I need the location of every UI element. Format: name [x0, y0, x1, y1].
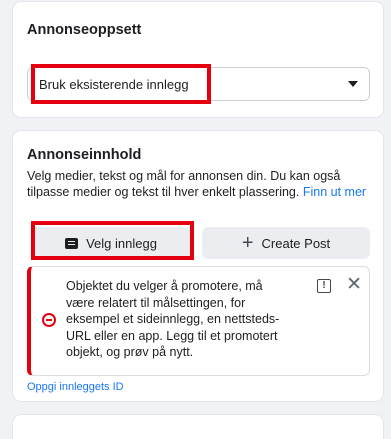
create-post-label: Create Post — [261, 235, 331, 251]
ad-setup-dropdown[interactable]: Bruk eksisterende innlegg — [27, 67, 370, 101]
error-alert-text: Objektet du velger å promotere, må være … — [66, 279, 280, 359]
description-text: Velg medier, tekst og mål for annonsen d… — [27, 169, 341, 199]
enter-post-id-link[interactable]: Oppgi innleggets ID — [27, 381, 124, 393]
select-post-button[interactable]: Velg innlegg — [31, 227, 191, 259]
chevron-down-icon — [348, 81, 358, 87]
error-alert: Objektet du velger å promotere, må være … — [27, 266, 370, 376]
ad-content-description: Velg medier, tekst og mål for annonsen d… — [27, 168, 377, 200]
ad-setup-title: Annonseoppsett — [27, 22, 142, 38]
ad-content-title: Annonseinnhold — [27, 147, 142, 163]
create-post-button[interactable]: + Create Post — [202, 227, 370, 259]
error-icon — [42, 313, 56, 327]
next-card — [13, 415, 383, 439]
select-post-label: Velg innlegg — [86, 235, 157, 251]
plus-icon: + — [241, 232, 254, 254]
learn-more-link[interactable]: Finn ut mer — [303, 185, 366, 199]
close-icon[interactable]: ✕ — [346, 275, 362, 295]
post-icon — [65, 237, 79, 249]
report-icon[interactable]: ! — [317, 279, 331, 293]
dropdown-selected-value: Bruk eksisterende innlegg — [39, 77, 189, 92]
ad-setup-card: Annonseoppsett Bruk eksisterende innlegg — [13, 2, 383, 117]
ad-content-card: Annonseinnhold Velg medier, tekst og mål… — [13, 131, 383, 401]
